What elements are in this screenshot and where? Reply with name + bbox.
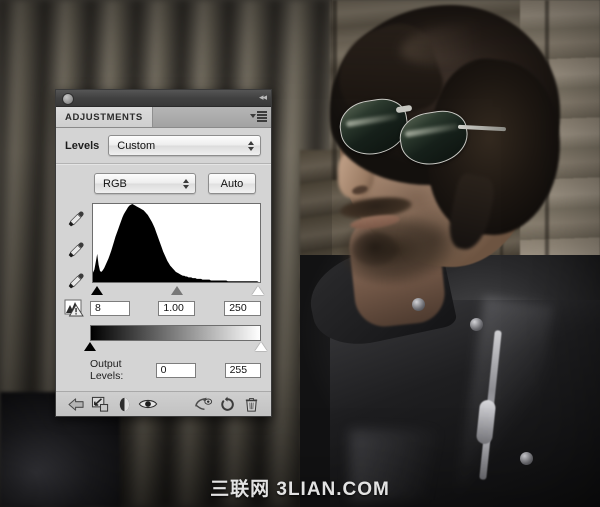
- chin-beard: [352, 232, 398, 266]
- screenshot-root: 三联网 3LIAN.COM ◂◂ ADJUSTMENTS Levels: [0, 0, 600, 507]
- panel-menu-icon[interactable]: [250, 111, 267, 122]
- adjustments-panel: ◂◂ ADJUSTMENTS Levels Custom: [55, 89, 272, 417]
- gamma-value: 1.00: [163, 302, 183, 314]
- panel-body: Levels Custom RGB Auto: [56, 128, 271, 416]
- output-gradient-wrap: [56, 317, 271, 353]
- output-low-value: 0: [161, 364, 167, 376]
- view-previous-state-button[interactable]: [191, 393, 215, 415]
- output-gradient-bar: [90, 325, 261, 341]
- tab-adjustments-label: ADJUSTMENTS: [65, 112, 143, 123]
- output-high-value: 255: [230, 364, 248, 376]
- input-levels-slider-track[interactable]: [92, 284, 261, 298]
- levels-label: Levels: [65, 140, 99, 152]
- double-chevron-left-icon[interactable]: ◂◂: [259, 93, 266, 102]
- output-low-input[interactable]: 0: [156, 363, 196, 378]
- clip-to-layer-button[interactable]: [88, 393, 112, 415]
- channel-value: RGB: [103, 178, 127, 190]
- output-white-slider[interactable]: [255, 342, 267, 351]
- gamma-input-slider[interactable]: [171, 286, 183, 295]
- tab-adjustments[interactable]: ADJUSTMENTS: [56, 107, 153, 127]
- output-levels-slider-track[interactable]: [90, 341, 261, 353]
- input-levels-row: 8 1.00 250: [56, 298, 271, 317]
- auto-button-label: Auto: [221, 178, 244, 190]
- jacket-snap: [470, 318, 483, 331]
- set-black-point-eyedropper[interactable]: [66, 209, 86, 229]
- auto-button[interactable]: Auto: [208, 173, 256, 194]
- output-gradient-row: [64, 325, 261, 353]
- gamma-input[interactable]: 1.00: [158, 301, 195, 316]
- lens-reflection: [405, 123, 459, 137]
- panel-tab-strip: ADJUSTMENTS: [56, 107, 271, 128]
- histogram-column: [92, 203, 261, 298]
- eyedropper-tools: [64, 203, 88, 298]
- histogram-warning-icon[interactable]: [64, 299, 86, 317]
- panel-title-bar[interactable]: ◂◂: [56, 90, 271, 107]
- output-levels-label: Output Levels:: [90, 358, 151, 382]
- output-black-slider[interactable]: [84, 342, 96, 351]
- levels-preset-row: Levels Custom: [56, 128, 271, 163]
- black-input-slider[interactable]: [91, 286, 103, 295]
- jacket-snap: [520, 452, 533, 465]
- lens-reflection: [346, 113, 398, 127]
- histogram-plot: [93, 204, 260, 282]
- stepper-arrows-icon: [183, 179, 189, 189]
- set-white-point-eyedropper[interactable]: [66, 271, 86, 291]
- chevron-down-icon: [250, 114, 256, 118]
- channel-dropdown[interactable]: RGB: [94, 173, 196, 194]
- output-high-input[interactable]: 255: [225, 363, 261, 378]
- black-point-input[interactable]: 8: [90, 301, 130, 316]
- output-levels-row: Output Levels: 0 255: [56, 353, 271, 391]
- panel-footer-toolbar: [56, 391, 271, 416]
- menu-lines-icon: [257, 111, 267, 122]
- toggle-mask-button[interactable]: [112, 393, 136, 415]
- toggle-layer-visibility-button[interactable]: [136, 393, 160, 415]
- white-point-input[interactable]: 250: [224, 301, 261, 316]
- levels-preset-dropdown[interactable]: Custom: [108, 135, 261, 156]
- close-circle-icon[interactable]: [62, 93, 74, 105]
- return-to-adjustment-list-button[interactable]: [64, 393, 88, 415]
- set-gray-point-eyedropper[interactable]: [66, 240, 86, 260]
- delete-adjustment-layer-button[interactable]: [239, 393, 263, 415]
- channel-row: RGB Auto: [56, 165, 271, 201]
- white-input-slider[interactable]: [252, 286, 264, 295]
- jacket-snap: [412, 298, 425, 311]
- stepper-arrows-icon: [248, 141, 254, 151]
- reset-adjustment-button[interactable]: [215, 393, 239, 415]
- black-point-value: 8: [95, 302, 101, 314]
- histogram-row: [56, 201, 271, 298]
- jacket-highlight: [350, 430, 470, 500]
- levels-histogram[interactable]: [92, 203, 261, 283]
- levels-preset-value: Custom: [117, 140, 155, 152]
- white-point-value: 250: [229, 302, 247, 314]
